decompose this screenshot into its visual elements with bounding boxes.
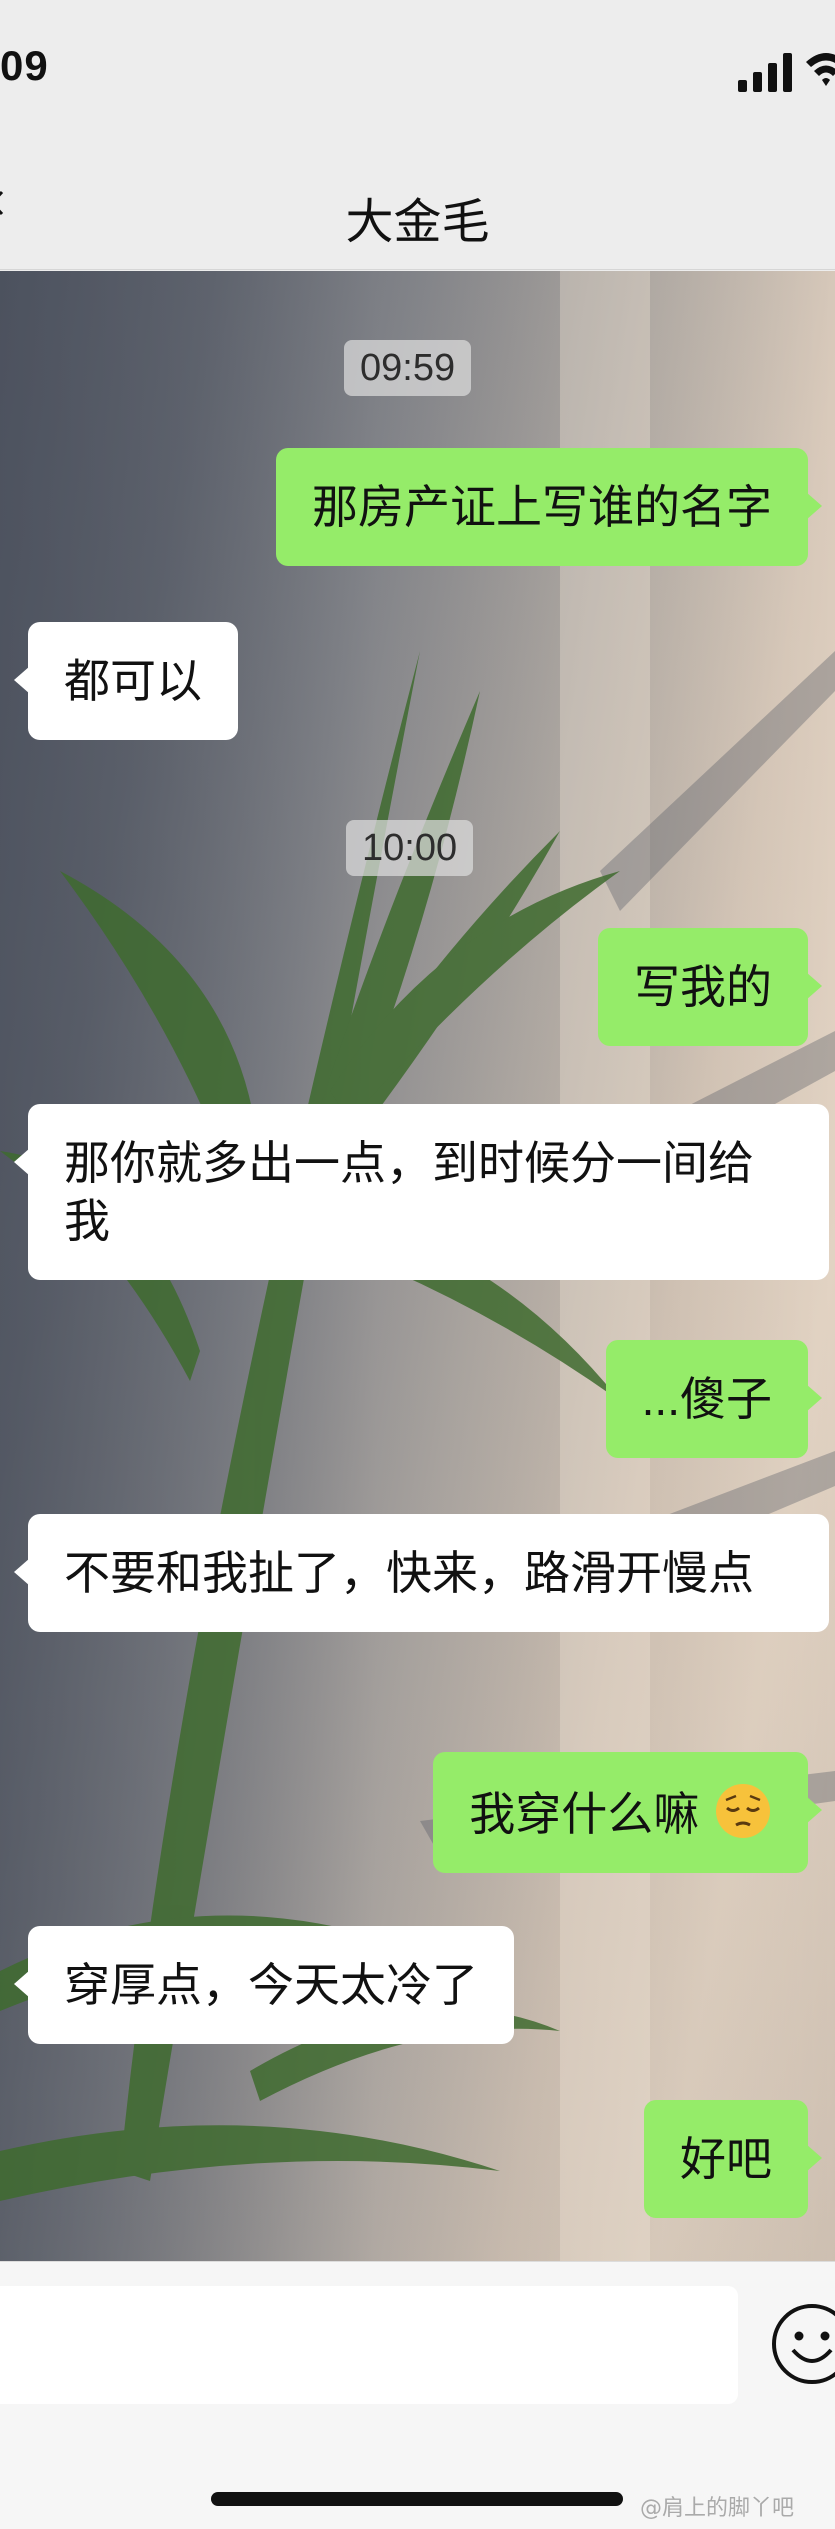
message-bubble-incoming[interactable]: 都可以: [14, 622, 238, 740]
message-bubble-incoming[interactable]: 那你就多出一点，到时候分一间给我: [14, 1104, 829, 1280]
timestamp-label: 09:59: [344, 340, 472, 396]
message-text: 不要和我扯了，快来，路滑开慢点: [64, 1547, 754, 1599]
message-text: 那房产证上写谁的名字: [312, 481, 772, 533]
status-time: 09: [0, 42, 49, 89]
message-text: 好吧: [680, 2133, 772, 2185]
message-text: 那你就多出一点，到时候分一间给我: [64, 1137, 754, 1247]
message-text: 穿厚点，今天太冷了: [64, 1959, 478, 2011]
watermark: @肩上的脚丫吧: [640, 2496, 795, 2521]
message-text: 都可以: [64, 655, 202, 707]
message-text: 写我的: [634, 961, 772, 1013]
message-bubble-incoming[interactable]: 穿厚点，今天太冷了: [14, 1926, 514, 2044]
wifi-icon: [806, 53, 835, 86]
message-bubble-incoming[interactable]: 不要和我扯了，快来，路滑开慢点: [14, 1514, 829, 1632]
message-bubble-outgoing[interactable]: 那房产证上写谁的名字: [276, 448, 822, 566]
status-bar: [0, 0, 835, 150]
home-indicator[interactable]: [211, 2492, 623, 2506]
cellular-signal-icon: [738, 53, 792, 92]
message-text: 我穿什么嘛: [469, 1788, 700, 1840]
message-text: ...傻子: [641, 1373, 772, 1425]
message-bubble-outgoing[interactable]: ...傻子: [605, 1340, 823, 1458]
message-bubble-outgoing[interactable]: 写我的: [598, 928, 822, 1046]
pensive-face-emoji: [716, 1784, 770, 1838]
chat-title: 大金毛: [345, 196, 490, 249]
message-bubble-outgoing[interactable]: 我穿什么嘛: [433, 1752, 822, 1873]
message-bubble-outgoing[interactable]: 好吧: [644, 2100, 822, 2218]
smiley-face-icon[interactable]: [770, 2302, 835, 2386]
message-input[interactable]: [0, 2286, 738, 2404]
timestamp-label: 10:00: [346, 820, 474, 876]
